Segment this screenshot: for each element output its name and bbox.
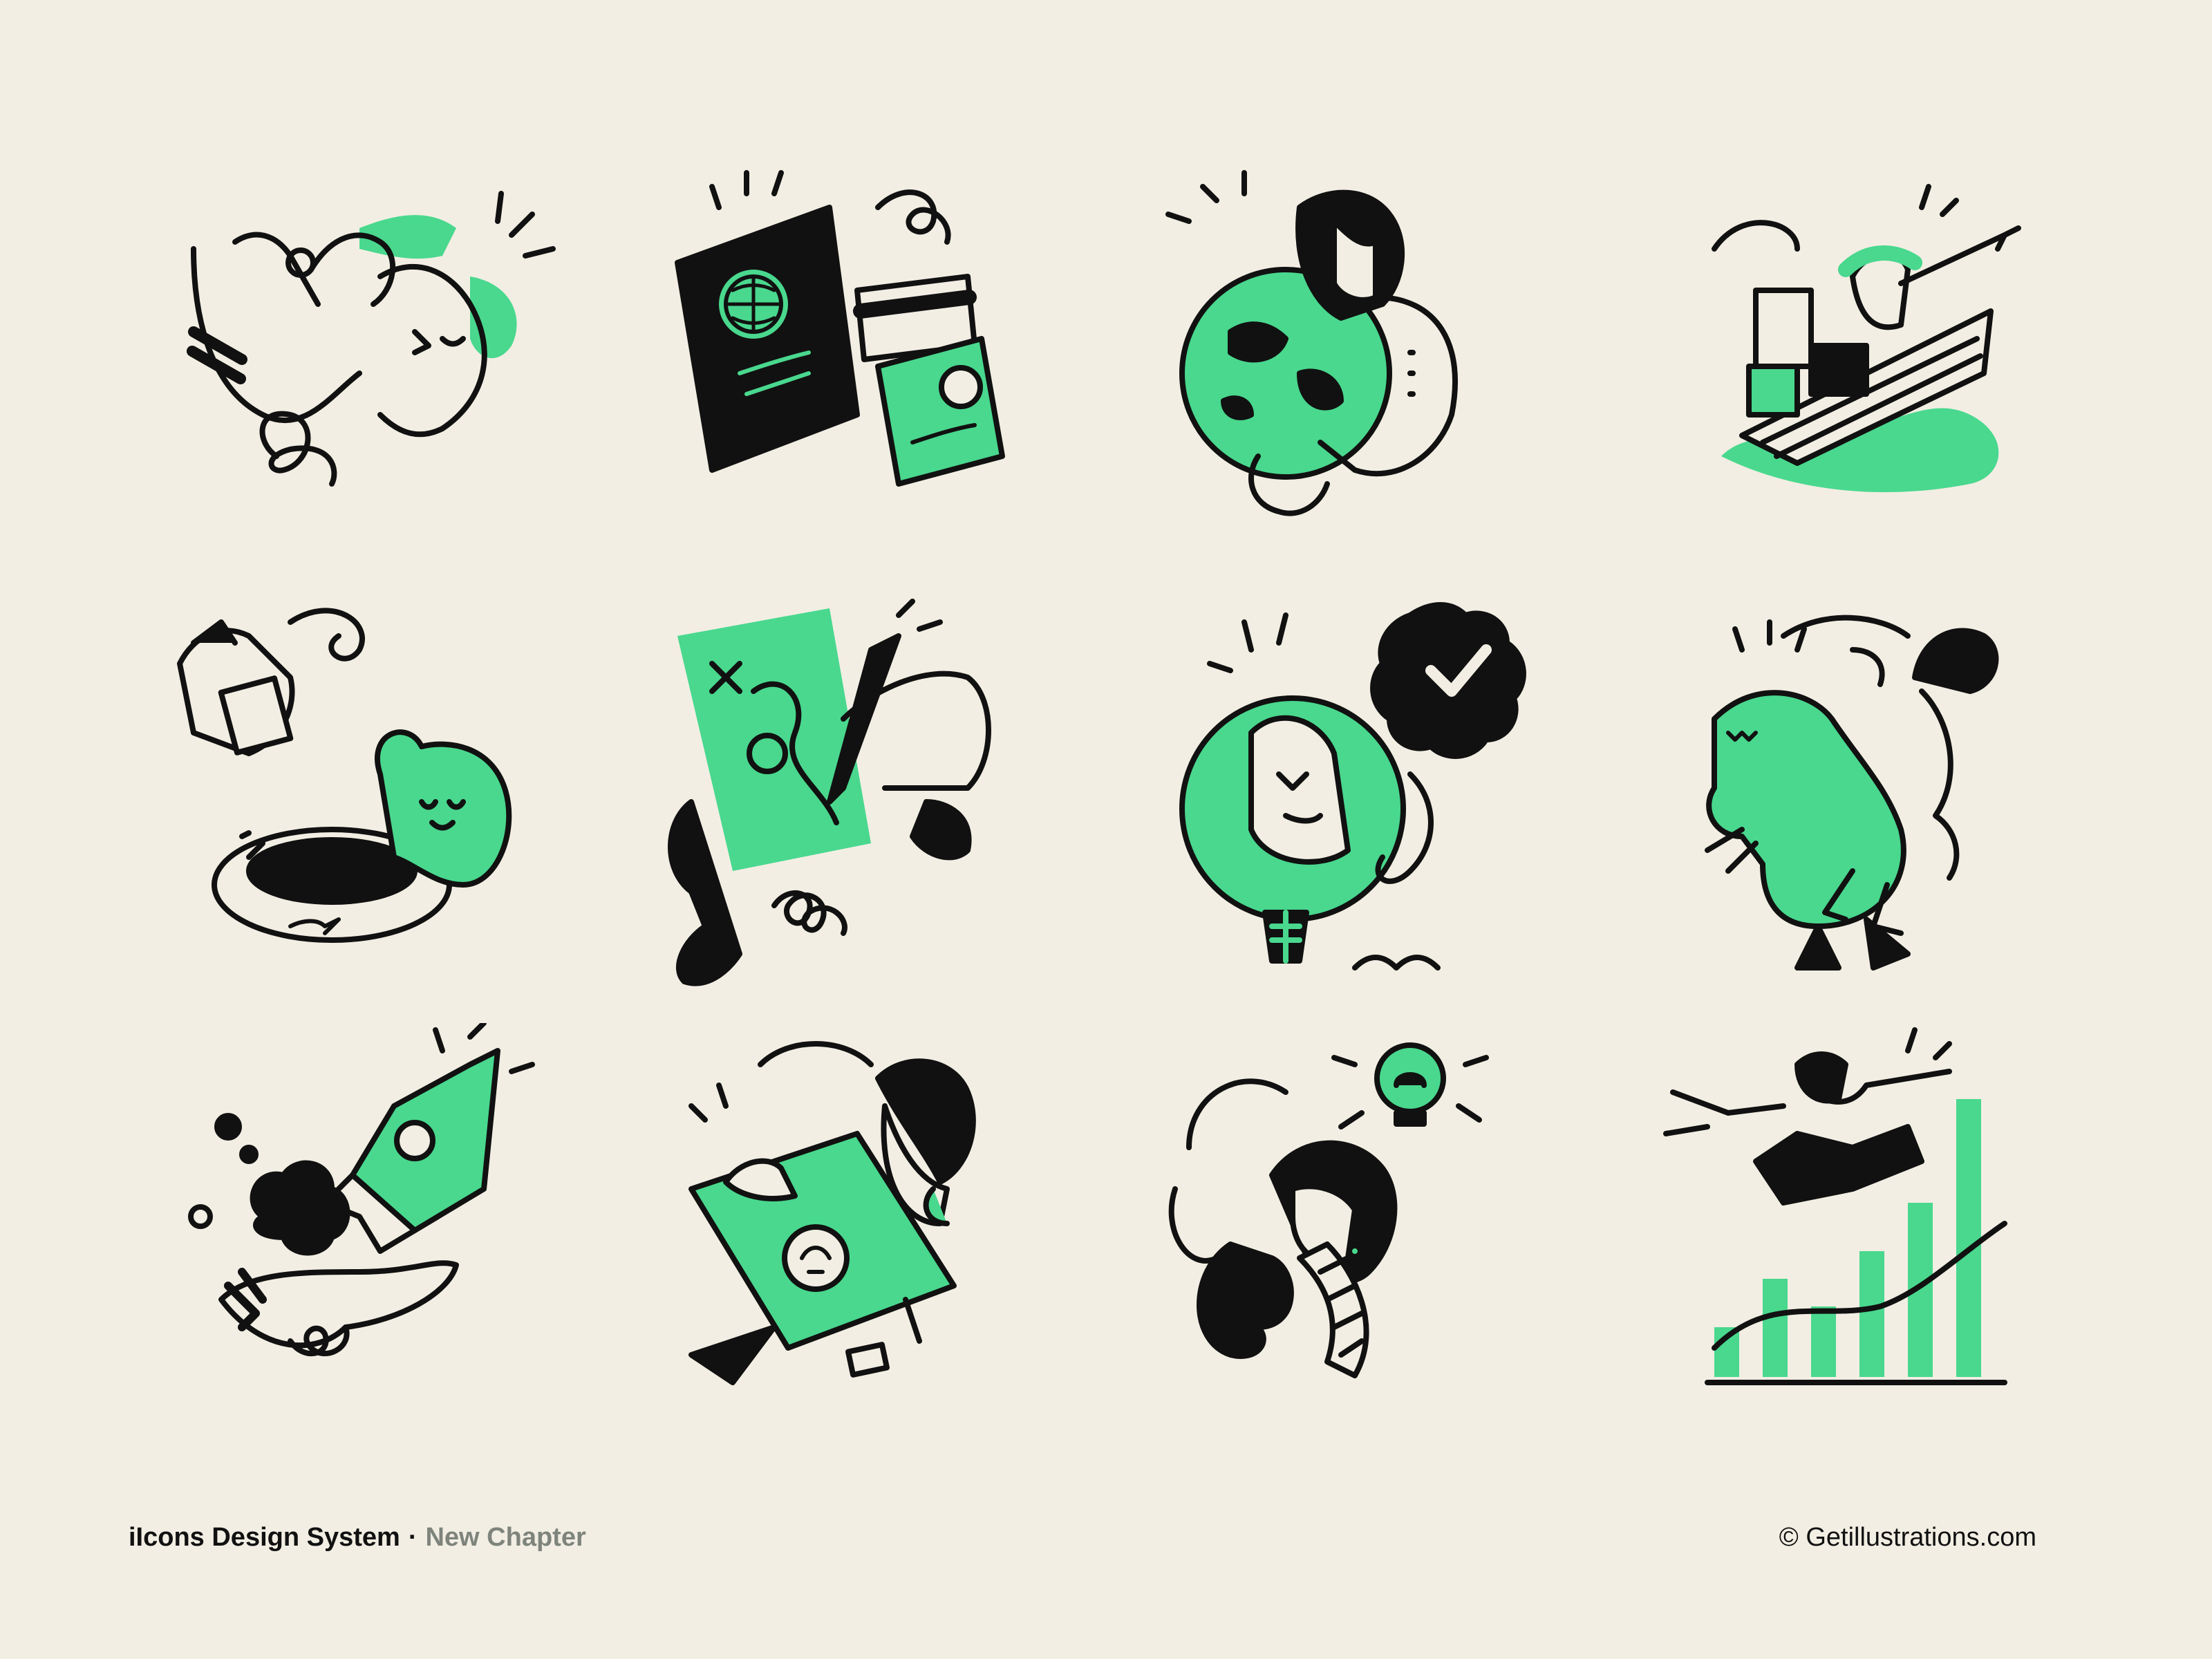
person-leaping-over-bar-chart-icon: [1645, 1023, 2088, 1465]
hand-feeding-leaf-to-face-icon: [152, 166, 594, 608]
brand-title: iIcons Design System: [129, 1522, 400, 1552]
rocket-launch-from-hand-icon: [152, 1023, 594, 1465]
dinosaur-with-person-icon: [1645, 594, 2088, 1037]
illustration-grid: [0, 0, 2212, 1659]
woman-idea-bulb-icon: [1147, 1023, 1590, 1465]
woman-hugging-globe-icon: [1147, 166, 1590, 608]
hands-drawing-plan-icon: [650, 594, 1092, 1037]
footer-left-group: iIcons Design System · New Chapter: [129, 1523, 586, 1553]
passport-and-documents-icon: [650, 166, 1092, 608]
woman-with-blueprint-icon: [650, 1023, 1092, 1465]
verified-person-badge-icon: [1147, 594, 1590, 1037]
chapter-label: New Chapter: [425, 1522, 586, 1552]
hand-feeding-cat-icon: [152, 594, 594, 1037]
separator-dot: ·: [408, 1522, 418, 1552]
footer-bar: iIcons Design System · New Chapter © Get…: [129, 1518, 2036, 1557]
person-in-boat-with-boxes-icon: [1645, 166, 2088, 608]
copyright-credit: © Getillustrations.com: [1779, 1522, 2036, 1552]
